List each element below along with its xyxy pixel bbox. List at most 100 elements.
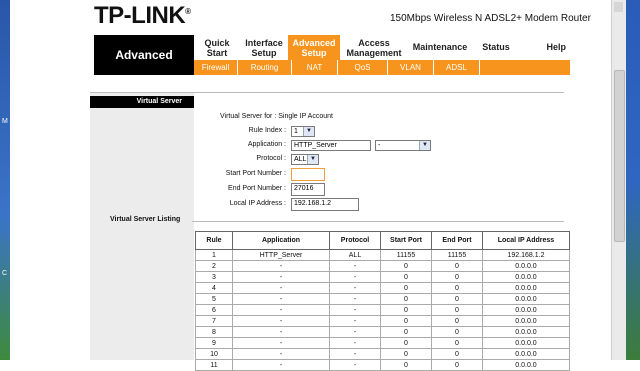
cell-end-port: 0 xyxy=(431,348,483,360)
chevron-down-icon: ▼ xyxy=(303,127,314,136)
submenu-firewall[interactable]: Firewall xyxy=(194,60,238,75)
table-row: 7- -0 0 0.0.0.0 xyxy=(195,315,570,327)
table-row: 9- -0 0 0.0.0.0 xyxy=(195,337,570,349)
protocol-select[interactable]: ALL ▼ xyxy=(291,154,319,165)
cell-application: HTTP_Server xyxy=(232,249,330,261)
cell-start-port: 0 xyxy=(380,304,432,316)
end-port-input[interactable]: 27016 xyxy=(291,183,325,196)
cell-start-port: 11155 xyxy=(380,249,432,261)
cell-start-port: 0 xyxy=(380,337,432,349)
cell-rule: 10 xyxy=(195,348,233,360)
panel-title: Virtual Server xyxy=(90,96,194,108)
cell-application: - xyxy=(232,337,330,349)
submenu-blank xyxy=(480,60,570,75)
cell-application: - xyxy=(232,282,330,294)
cell-start-port: 0 xyxy=(380,293,432,305)
menu-help[interactable]: Help xyxy=(520,35,570,60)
cell-protocol: - xyxy=(329,337,381,349)
cell-start-port: 0 xyxy=(380,315,432,327)
cell-local-ip: 0.0.0.0 xyxy=(482,293,570,305)
cell-rule: 9 xyxy=(195,337,233,349)
protocol-label: Protocol : xyxy=(256,155,286,162)
browser-window: TP-LINK® 150Mbps Wireless N ADSL2+ Modem… xyxy=(10,0,626,371)
table-row: 11- -0 0 0.0.0.0 xyxy=(195,359,570,371)
scrollbar-thumb[interactable] xyxy=(614,70,625,242)
desktop-right-strip xyxy=(626,0,640,360)
cell-rule: 2 xyxy=(195,260,233,272)
cell-rule: 7 xyxy=(195,315,233,327)
chevron-down-icon: ▼ xyxy=(307,155,318,164)
listing-divider xyxy=(192,221,564,222)
left-panel xyxy=(90,92,194,360)
submenu-adsl[interactable]: ADSL xyxy=(434,60,480,75)
rule-index-value: 1 xyxy=(294,128,298,135)
table-row: 6- -0 0 0.0.0.0 xyxy=(195,304,570,316)
cell-local-ip: 0.0.0.0 xyxy=(482,260,570,272)
application-select[interactable]: - ▼ xyxy=(375,140,431,151)
col-application: Application xyxy=(232,231,330,250)
cell-protocol: ALL xyxy=(329,249,381,261)
cell-protocol: - xyxy=(329,326,381,338)
top-divider xyxy=(90,92,564,93)
desktop-left-strip: M C xyxy=(0,0,10,360)
cell-local-ip: 192.168.1.2 xyxy=(482,249,570,261)
protocol-value: ALL xyxy=(294,156,307,163)
cell-local-ip: 0.0.0.0 xyxy=(482,337,570,349)
table-row: 10- -0 0 0.0.0.0 xyxy=(195,348,570,360)
cell-application: - xyxy=(232,326,330,338)
cell-protocol: - xyxy=(329,315,381,327)
cell-protocol: - xyxy=(329,359,381,371)
submenu-qos[interactable]: QoS xyxy=(338,60,388,75)
cell-local-ip: 0.0.0.0 xyxy=(482,315,570,327)
cell-local-ip: 0.0.0.0 xyxy=(482,304,570,316)
cell-protocol: - xyxy=(329,260,381,272)
cell-end-port: 0 xyxy=(431,260,483,272)
application-input[interactable]: HTTP_Server xyxy=(291,140,371,151)
cell-end-port: 0 xyxy=(431,293,483,305)
logo-text: TP-LINK xyxy=(94,2,186,29)
application-label: Application : xyxy=(247,141,286,148)
cell-local-ip: 0.0.0.0 xyxy=(482,282,570,294)
menu-advanced-setup[interactable]: Advanced Setup xyxy=(288,35,340,60)
cell-protocol: - xyxy=(329,271,381,283)
cell-local-ip: 0.0.0.0 xyxy=(482,348,570,360)
vertical-scrollbar[interactable] xyxy=(611,0,626,360)
cell-application: - xyxy=(232,348,330,360)
submenu-vlan[interactable]: VLAN xyxy=(388,60,434,75)
menu-access-management[interactable]: Access Management xyxy=(340,35,408,60)
scroll-up-button[interactable] xyxy=(614,2,623,12)
cell-rule: 6 xyxy=(195,304,233,316)
cell-start-port: 0 xyxy=(380,326,432,338)
cell-rule: 11 xyxy=(195,359,233,371)
menu-interface-setup[interactable]: Interface Setup xyxy=(240,35,288,60)
rule-index-select[interactable]: 1 ▼ xyxy=(291,126,315,137)
submenu-routing[interactable]: Routing xyxy=(238,60,292,75)
cell-application: - xyxy=(232,359,330,371)
cell-start-port: 0 xyxy=(380,348,432,360)
cell-protocol: - xyxy=(329,304,381,316)
section-title: Advanced xyxy=(94,35,194,75)
end-port-label: End Port Number : xyxy=(228,185,286,192)
chevron-down-icon: ▼ xyxy=(419,141,430,150)
cell-end-port: 0 xyxy=(431,337,483,349)
col-rule: Rule xyxy=(195,231,233,250)
cell-end-port: 0 xyxy=(431,326,483,338)
submenu-nat[interactable]: NAT xyxy=(292,60,338,75)
cell-rule: 8 xyxy=(195,326,233,338)
menu-maintenance[interactable]: Maintenance xyxy=(408,35,472,60)
cell-application: - xyxy=(232,304,330,316)
menu-status[interactable]: Status xyxy=(472,35,520,60)
cell-protocol: - xyxy=(329,348,381,360)
cell-end-port: 0 xyxy=(431,304,483,316)
local-ip-label: Local IP Address : xyxy=(229,200,286,207)
cell-end-port: 0 xyxy=(431,271,483,283)
cell-start-port: 0 xyxy=(380,282,432,294)
rule-index-label: Rule Index : xyxy=(248,127,286,134)
start-port-input[interactable] xyxy=(291,168,325,181)
table-row: 1 HTTP_Server ALL 11155 11155 192.168.1.2 xyxy=(195,249,570,261)
local-ip-input[interactable]: 192.168.1.2 xyxy=(291,198,359,211)
account-label: Virtual Server for : Single IP Account xyxy=(220,113,333,120)
col-start-port: Start Port xyxy=(380,231,432,250)
menu-quick-start[interactable]: Quick Start xyxy=(194,35,240,60)
cell-local-ip: 0.0.0.0 xyxy=(482,271,570,283)
